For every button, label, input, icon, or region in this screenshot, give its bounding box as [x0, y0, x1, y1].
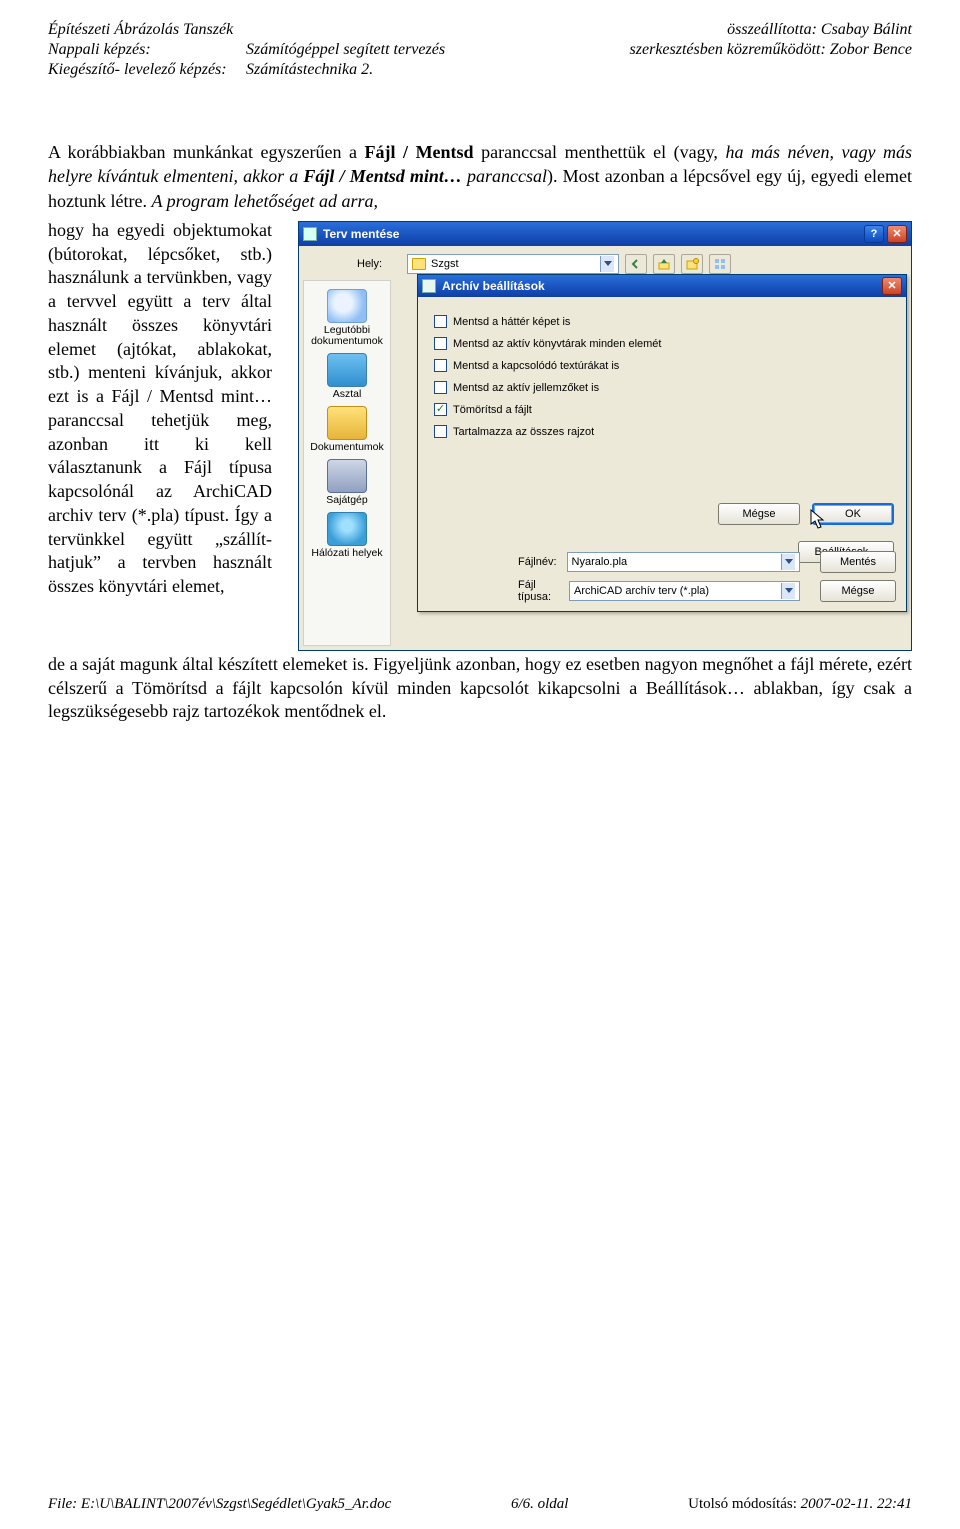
- footer-page-number: 6/6. oldal: [511, 1496, 569, 1513]
- chevron-down-icon[interactable]: [781, 554, 795, 570]
- inner-title: Archív beállítások: [442, 279, 545, 293]
- checkbox-3[interactable]: [434, 359, 447, 372]
- checkbox-4[interactable]: [434, 381, 447, 394]
- back-button[interactable]: [625, 254, 647, 274]
- places-bar: Legutóbbi dokumentumok Asztal Dokumentum…: [303, 280, 391, 646]
- mypc-icon: [327, 459, 367, 493]
- desktop-icon: [327, 353, 367, 387]
- body-after: de a saját magunk által készített elemek…: [48, 653, 912, 724]
- save-in-combo[interactable]: Szgst: [407, 254, 619, 274]
- save-in-label: Hely:: [357, 258, 401, 270]
- inner-close-button[interactable]: ✕: [882, 277, 902, 295]
- body-narrow-column: hogy ha egyedi objektu­mokat (bútorokat,…: [48, 219, 272, 599]
- header-left-line2-value: Számítógéppel segített tervezés: [246, 40, 445, 60]
- header-left-line2-label: Nappali képzés:: [48, 40, 246, 60]
- recent-docs-icon: [327, 289, 367, 323]
- filename-input[interactable]: Nyaralo.pla: [567, 552, 800, 572]
- checkbox-row-5[interactable]: Tömörítsd a fájlt: [434, 399, 896, 421]
- checkbox-2[interactable]: [434, 337, 447, 350]
- places-desktop[interactable]: Asztal: [304, 353, 390, 400]
- header-right-line1-value: Csabay Bálint: [821, 21, 912, 38]
- save-in-value: Szgst: [431, 258, 459, 270]
- chevron-down-icon[interactable]: [781, 583, 795, 599]
- outer-cancel-button[interactable]: Mégse: [820, 580, 896, 602]
- header-left-line1: Építészeti Ábrázolás Tanszék: [48, 20, 445, 40]
- checkbox-row-2[interactable]: Mentsd az aktív könyvtárak minden elemét: [434, 333, 896, 355]
- checkbox-row-6[interactable]: Tartalmazza az összes rajzot: [434, 421, 896, 443]
- new-folder-button[interactable]: [681, 254, 703, 274]
- checkbox-row-3[interactable]: Mentsd a kapcsolódó textúrákat is: [434, 355, 896, 377]
- up-button[interactable]: [653, 254, 675, 274]
- header-right-line2-value: Zobor Bence: [830, 41, 912, 58]
- chevron-down-icon[interactable]: [600, 256, 614, 272]
- filetype-label: Fájl típusa:: [518, 579, 559, 603]
- save-button[interactable]: Mentés: [820, 551, 896, 573]
- checkbox-5[interactable]: [434, 403, 447, 416]
- inner-ok-button[interactable]: OK: [812, 503, 894, 525]
- inner-cancel-button[interactable]: Mégse: [718, 503, 800, 525]
- footer-file-label: File:: [48, 1496, 81, 1512]
- close-button[interactable]: ✕: [887, 225, 907, 243]
- checkbox-row-4[interactable]: Mentsd az aktív jellemzőket is: [434, 377, 896, 399]
- header-right-line1-label: összeállította:: [727, 21, 817, 38]
- app-icon: [303, 227, 317, 241]
- places-mydocs[interactable]: Dokumentumok: [304, 406, 390, 453]
- mydocs-icon: [327, 406, 367, 440]
- body-paragraph: A korábbiakban munkánkat egyszerűen a Fá…: [48, 140, 912, 213]
- page-header: Építészeti Ábrázolás Tanszék Nappali kép…: [48, 20, 912, 80]
- footer-file-path: E:\U\BALINT\2007év\Szgst\Segédlet\Gyak5_…: [81, 1496, 391, 1512]
- save-dialog-screenshot: Terv mentése ? ✕ Hely: Szgst: [298, 221, 912, 651]
- network-icon: [327, 512, 367, 546]
- help-button[interactable]: ?: [864, 225, 884, 243]
- places-mypc[interactable]: Sajátgép: [304, 459, 390, 506]
- footer-modified-label: Utolsó módosítás:: [688, 1496, 801, 1512]
- header-right-line2-label: szerkesztésben közreműködött:: [630, 41, 826, 58]
- page-footer: File: E:\U\BALINT\2007év\Szgst\Segédlet\…: [48, 1496, 912, 1513]
- dialog-titlebar[interactable]: Terv mentése ? ✕: [299, 222, 911, 246]
- checkbox-1[interactable]: [434, 315, 447, 328]
- view-menu-button[interactable]: [709, 254, 731, 274]
- places-network[interactable]: Hálózati helyek: [304, 512, 390, 559]
- checkbox-6[interactable]: [434, 425, 447, 438]
- header-left-line3-label: Kiegészítő- levelező képzés:: [48, 60, 246, 80]
- checkbox-row-1[interactable]: Mentsd a háttér képet is: [434, 311, 896, 333]
- filename-label: Fájlnév:: [518, 556, 557, 568]
- folder-icon: [412, 258, 426, 270]
- filetype-combo[interactable]: ArchiCAD archív terv (*.pla): [569, 581, 800, 601]
- inner-app-icon: [422, 279, 436, 293]
- header-left-line3-value: Számítástechnika 2.: [246, 60, 373, 80]
- archive-settings-dialog: Archív beállítások ✕ Mentsd a háttér kép…: [417, 274, 907, 612]
- dialog-title: Terv mentése: [323, 227, 399, 241]
- inner-titlebar[interactable]: Archív beállítások ✕: [418, 275, 906, 297]
- places-recent[interactable]: Legutóbbi dokumentumok: [304, 289, 390, 347]
- footer-modified-value: 2007-02-11. 22:41: [801, 1496, 912, 1512]
